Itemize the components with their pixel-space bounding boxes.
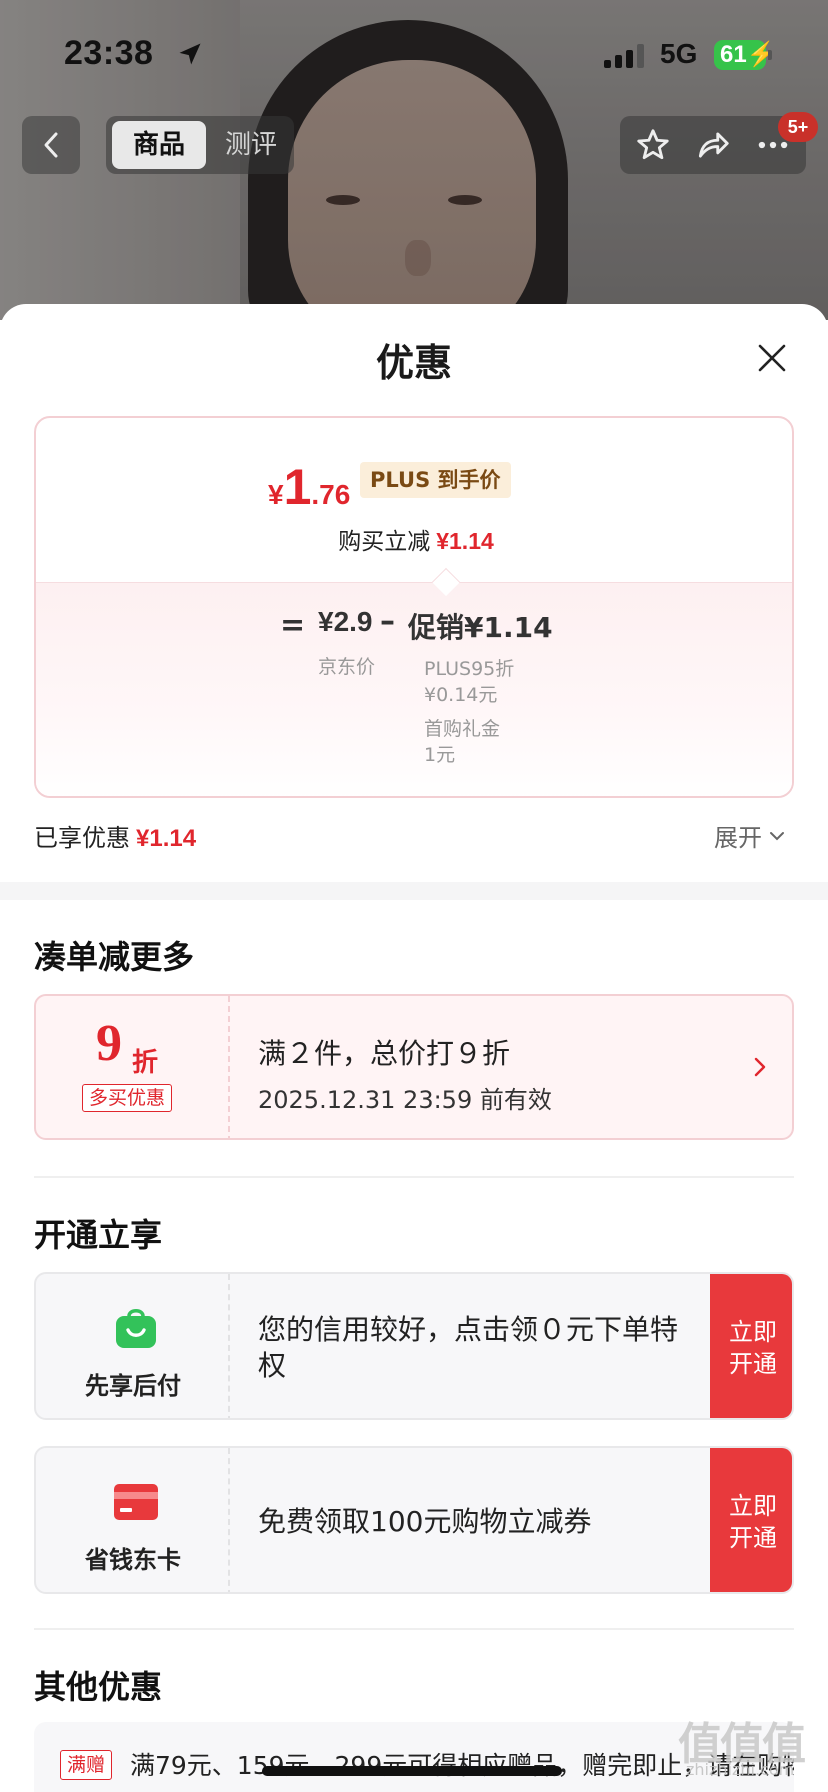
bulk-discount-card[interactable]: 9 折 多买优惠 满２件，总价打９折 2025.12.31 23:59 前有效: [34, 994, 794, 1140]
pay-later-card[interactable]: 先享后付 您的信用较好，点击领０元下单特权 立即开通: [34, 1272, 794, 1420]
card-icon: [114, 1484, 158, 1520]
divider: [34, 1176, 794, 1178]
close-icon[interactable]: [754, 340, 790, 376]
discount-description: 满２件，总价打９折: [258, 1037, 511, 1070]
service-name: 省钱东卡: [85, 1546, 181, 1574]
promo-item-value: 1元: [424, 744, 456, 766]
watermark-url: zhizhizhi.com: [686, 1760, 795, 1779]
enjoyed-amount: ¥1.14: [136, 825, 197, 852]
service-description: 免费领取100元购物立减券: [258, 1505, 592, 1538]
signal-icon: [604, 44, 644, 68]
expand-label: 展开: [714, 824, 762, 852]
price-currency: ¥: [268, 479, 284, 510]
status-time: 23:38: [64, 34, 154, 72]
price-breakdown-card: ¥1.76 PLUS 到手价 购买立减 ¥1.14 = ¥2.9 京东价 – 促销…: [34, 416, 794, 798]
activate-button[interactable]: 立即开通: [710, 1448, 792, 1592]
service-badge: 省钱东卡: [36, 1448, 230, 1592]
service-description: 您的信用较好，点击领０元下单特权: [258, 1313, 679, 1382]
minus-sign: –: [380, 604, 395, 639]
divider: [34, 1628, 794, 1630]
battery-tip: [768, 50, 772, 60]
home-indicator: [262, 1766, 562, 1776]
saver-card[interactable]: 省钱东卡 免费领取100元购物立减券 立即开通: [34, 1446, 794, 1594]
service-badge: 先享后付: [36, 1274, 230, 1418]
expand-button[interactable]: 展开: [714, 818, 786, 853]
plus-price-tag: PLUS 到手价: [360, 462, 511, 498]
service-name: 先享后付: [85, 1372, 181, 1400]
tab-switcher: 商品 测评: [106, 116, 294, 174]
promo-item-name: PLUS95折: [424, 658, 515, 680]
shopping-bag-icon: [116, 1309, 156, 1348]
tab-review[interactable]: 测评: [212, 121, 290, 169]
section-title-other: 其他优惠: [34, 1668, 163, 1706]
equals-sign: =: [280, 608, 306, 643]
jd-price: ¥2.9: [318, 606, 373, 637]
section-title-more: 凑单减更多: [34, 938, 195, 976]
back-button[interactable]: [22, 116, 80, 174]
discount-tag: 多买优惠: [82, 1084, 173, 1112]
reduction-amount: ¥1.14: [436, 528, 494, 554]
chevron-down-icon: [770, 831, 784, 840]
promo-item-name: 首购礼金: [424, 718, 501, 740]
promo-item: PLUS95折 ¥0.14元: [424, 656, 514, 708]
price-decimal: .76: [311, 479, 351, 510]
gift-tag: 满赠: [60, 1750, 113, 1780]
price-integer: 1: [283, 459, 312, 515]
final-price: ¥1.76: [268, 458, 350, 516]
discount-unit: 折: [132, 1048, 159, 1078]
promo-item-value: ¥0.14元: [424, 684, 498, 706]
star-icon[interactable]: [634, 126, 672, 164]
network-type: 5G: [660, 38, 698, 69]
enjoyed-label: 已享优惠: [34, 824, 130, 852]
jd-price-label: 京东价: [318, 656, 376, 678]
discount-sheet: 优惠 ¥1.76 PLUS 到手价 购买立减 ¥1.14 = ¥2.9 京东价 –…: [0, 304, 828, 1792]
sheet-title: 优惠: [375, 341, 452, 385]
chevron-right-icon: [754, 1057, 766, 1077]
chevron-left-icon: [44, 132, 58, 158]
top-nav: 商品 测评 5+: [0, 112, 828, 176]
reduction-label: 购买立减: [338, 529, 431, 555]
tab-product[interactable]: 商品: [112, 121, 206, 169]
promo-item: 首购礼金 1元: [424, 716, 500, 768]
enjoyed-discount: 已享优惠 ¥1.14: [34, 818, 196, 853]
instant-reduction: 购买立减 ¥1.14: [36, 522, 792, 556]
section-divider: [0, 882, 828, 900]
status-bar: 23:38 5G 61⚡: [0, 0, 828, 100]
discount-value: 9: [96, 1015, 122, 1072]
promo-total: 促销¥1.14: [408, 611, 553, 644]
location-arrow-icon: [179, 43, 201, 65]
battery-indicator: 61⚡: [714, 40, 777, 70]
discount-validity: 2025.12.31 23:59 前有效: [258, 1086, 552, 1114]
notification-badge: 5+: [778, 112, 818, 142]
share-icon[interactable]: [694, 126, 732, 164]
section-title-open: 开通立享: [34, 1216, 163, 1254]
discount-badge: 9 折 多买优惠: [36, 996, 230, 1138]
battery-level: 61: [720, 41, 747, 68]
activate-button[interactable]: 立即开通: [710, 1274, 792, 1418]
